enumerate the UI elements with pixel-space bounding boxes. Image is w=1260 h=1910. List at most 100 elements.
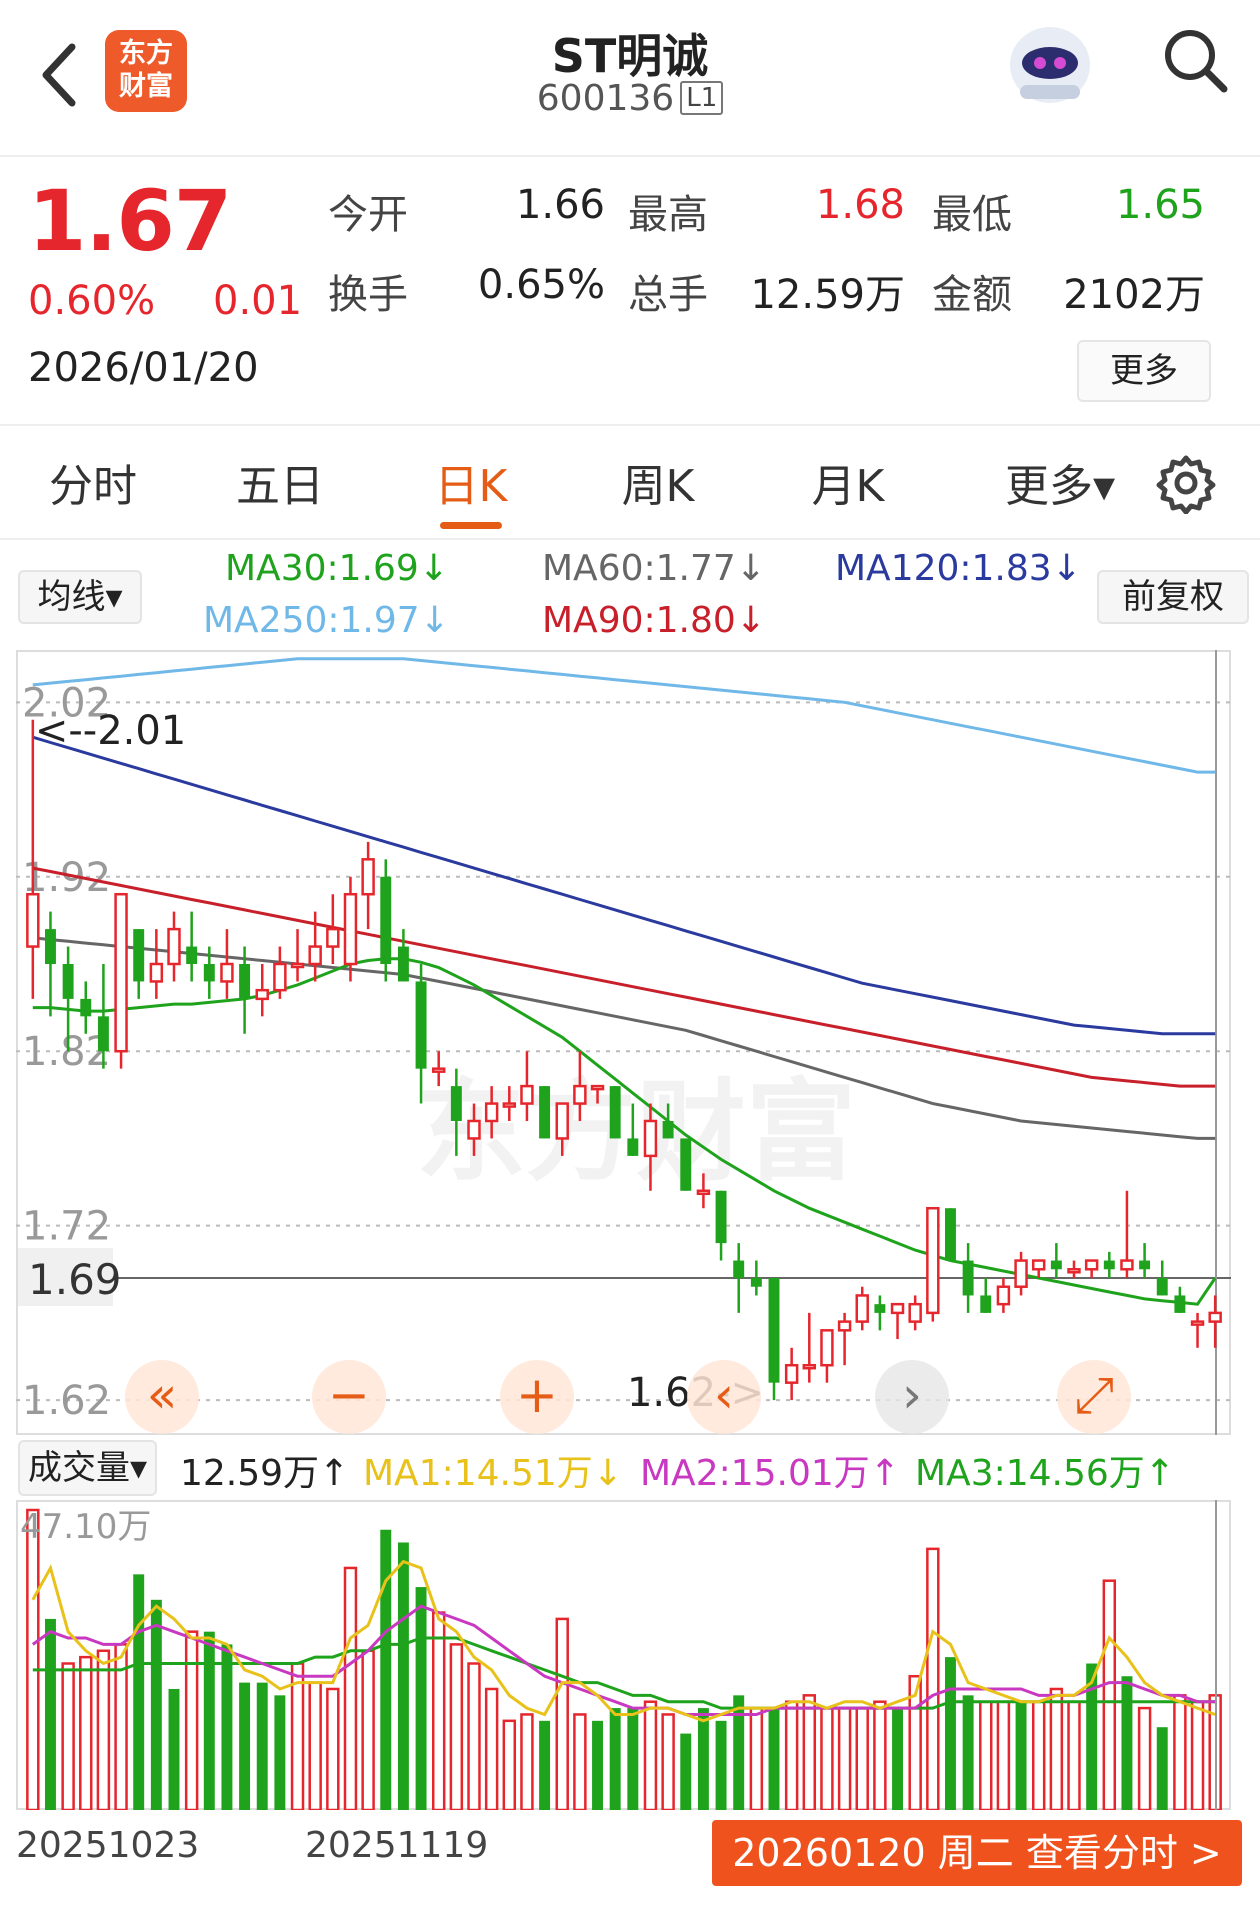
candle-body <box>643 1119 658 1158</box>
last-price: 1.67 <box>28 172 232 270</box>
volume-value: 12.59万 <box>750 272 905 318</box>
tab-fenshi[interactable]: 分时 <box>18 450 168 514</box>
low-label: 最低 <box>932 192 1012 238</box>
volume-bar <box>892 1708 903 1810</box>
candle-body <box>962 1260 974 1296</box>
volume-bar <box>449 1643 464 1810</box>
app-logo[interactable]: 东方 财富 <box>105 30 187 112</box>
candle-body <box>26 892 40 948</box>
volume-bar <box>184 1630 199 1810</box>
candle-body <box>308 945 322 966</box>
volume-bar <box>873 1700 887 1810</box>
candle-body <box>80 998 92 1017</box>
volume-indicator-select[interactable]: 成交量▾ <box>18 1440 158 1496</box>
volume-bar <box>96 1649 111 1810</box>
candle-body <box>802 1363 817 1370</box>
ma250-legend: MA250:1.97↓ <box>203 600 450 641</box>
logo-text-top: 东方 <box>119 38 173 69</box>
candle-body <box>573 1084 587 1105</box>
candle-body <box>343 892 358 966</box>
ma90-legend: MA90:1.80↓ <box>542 600 766 641</box>
current-price-label: 1.69 <box>28 1255 122 1304</box>
volume-bar <box>697 1708 709 1810</box>
volume-bar <box>1190 1700 1205 1810</box>
fullscreen-button[interactable]: ⤢ <box>1057 1360 1131 1434</box>
zoom-out-button[interactable]: − <box>312 1360 386 1434</box>
volume-bar <box>573 1713 587 1810</box>
tab-month-k[interactable]: 月K <box>773 450 923 514</box>
candle-body <box>820 1329 834 1367</box>
back-arrow-icon[interactable] <box>30 35 90 115</box>
candle-body <box>837 1320 852 1332</box>
candle-body <box>62 964 74 999</box>
change-amount: 0.01 <box>213 278 303 324</box>
candle-body <box>431 1067 446 1073</box>
candle-body <box>855 1294 869 1323</box>
candle-body <box>397 946 409 982</box>
volume-bar <box>431 1611 446 1810</box>
candle-body <box>149 962 164 983</box>
tab-week-k[interactable]: 周K <box>583 450 733 514</box>
tab-five-day[interactable]: 五日 <box>205 450 355 514</box>
volume-bar <box>484 1687 499 1810</box>
candle-body <box>733 1260 745 1278</box>
candle-body <box>203 964 215 982</box>
volume-bar <box>733 1695 745 1810</box>
volume-bar <box>239 1682 251 1810</box>
change-percent: 0.60% <box>28 278 156 324</box>
tab-more[interactable]: 更多▾ <box>975 450 1145 514</box>
candle-body <box>1014 1259 1028 1288</box>
price-adjust-button[interactable]: 前复权 <box>1097 570 1249 624</box>
candle-body <box>326 927 340 948</box>
more-quote-button[interactable]: 更多 <box>1077 340 1211 402</box>
volume-bar <box>784 1700 799 1810</box>
volume-bar <box>61 1662 75 1810</box>
candle-body <box>114 892 128 1053</box>
candle-body <box>255 988 269 1001</box>
tab-day-k[interactable]: 日K <box>396 450 546 514</box>
candle-body <box>1067 1268 1081 1274</box>
volume-bar <box>643 1700 658 1810</box>
candle-body <box>484 1102 499 1123</box>
candlestick-chart[interactable]: 东方财富 2.021.921.821.721.621.69 <--2.011.6… <box>16 650 1231 1435</box>
volume-bar <box>627 1708 639 1810</box>
scroll-left-fast-button[interactable]: « <box>125 1360 199 1434</box>
volume-chart[interactable]: 47.10万 <box>16 1500 1231 1810</box>
volume-bar <box>520 1713 534 1810</box>
candle-body <box>539 1086 551 1139</box>
scroll-right-button[interactable]: › <box>875 1360 949 1434</box>
volume-bar <box>855 1706 869 1810</box>
volume-bar <box>168 1688 180 1810</box>
logo-text-bottom: 财富 <box>119 71 173 102</box>
indicator-select[interactable]: 均线▾ <box>18 570 142 624</box>
scroll-left-button[interactable]: ‹ <box>687 1360 761 1434</box>
volume-bar <box>962 1695 974 1810</box>
volume-bar <box>592 1720 603 1810</box>
volume-bar <box>502 1719 517 1810</box>
y-tick-label: 1.82 <box>22 1029 111 1075</box>
volume-bar <box>397 1542 409 1810</box>
view-intraday-button[interactable]: 20260120 周二 查看分时 > <box>712 1820 1242 1886</box>
candle-body <box>555 1102 569 1140</box>
candle-body <box>590 1084 605 1091</box>
candle-body <box>1190 1320 1205 1326</box>
candle-body <box>502 1102 517 1108</box>
candle-body <box>768 1278 780 1383</box>
zoom-in-button[interactable]: + <box>500 1360 574 1434</box>
stock-name: ST明诚 <box>551 29 709 83</box>
volume-bar <box>768 1708 780 1810</box>
y-tick-label: 1.72 <box>22 1204 111 1250</box>
search-icon[interactable] <box>1160 25 1230 95</box>
candle-body <box>1174 1295 1186 1313</box>
volume-bar <box>1121 1676 1133 1810</box>
gear-icon[interactable] <box>1155 452 1217 514</box>
volume-bar <box>361 1649 375 1810</box>
candle-body <box>239 964 251 999</box>
volume-bar <box>1031 1700 1046 1810</box>
candle-body <box>380 876 392 964</box>
volume-bar <box>1173 1694 1187 1810</box>
volume-bar <box>749 1706 764 1810</box>
volume-bar <box>837 1706 852 1810</box>
assistant-robot-icon[interactable] <box>1000 15 1100 110</box>
volume-bar <box>308 1681 322 1810</box>
